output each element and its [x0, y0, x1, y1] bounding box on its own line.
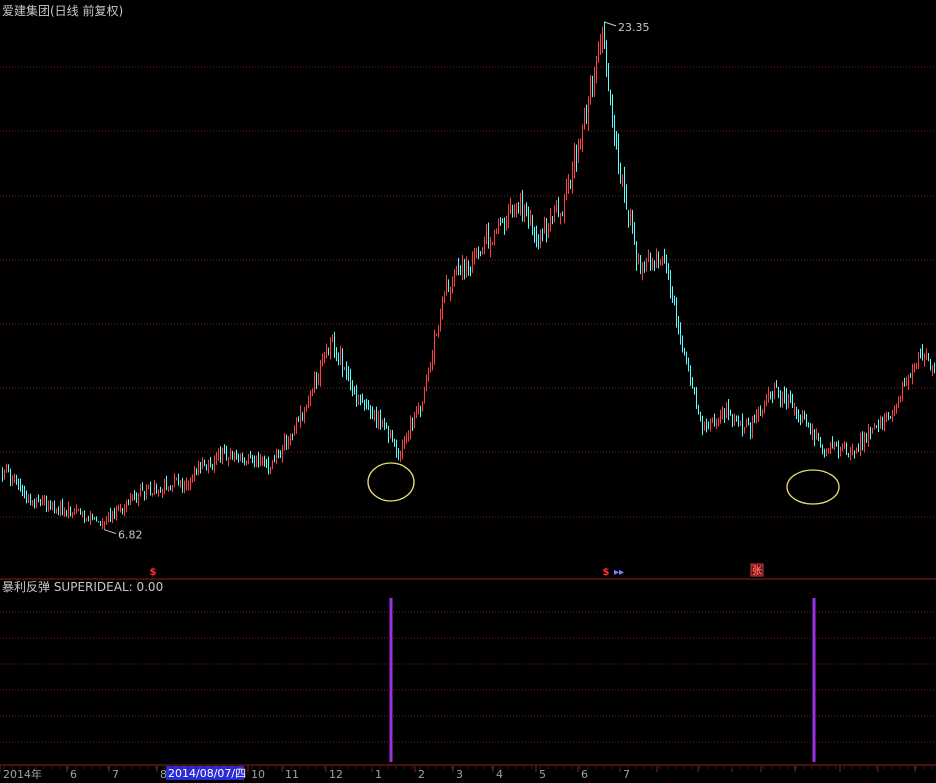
axis-tick-label: 2014年 [3, 767, 42, 781]
signal-marker: $ [150, 567, 157, 578]
signal-marker: 张 [752, 564, 763, 577]
chart-background [0, 0, 936, 783]
axis-tick-label: 12 [329, 768, 343, 781]
low-price-label: 6.82 [118, 529, 143, 542]
high-price-label: 23.35 [618, 21, 650, 34]
axis-tick-label: 6 [70, 768, 77, 781]
axis-tick-label: 2 [418, 768, 425, 781]
main-chart-title: 爱建集团(日线 前复权) [2, 3, 123, 18]
signal-marker: $ [603, 567, 610, 578]
signal-marker: ▸▸ [614, 567, 624, 578]
indicator-title: 暴利反弹 SUPERIDEAL: 0.00 [2, 580, 163, 594]
axis-tick-label: 6 [581, 768, 588, 781]
axis-tick-label: 3 [456, 768, 463, 781]
stock-chart[interactable]: $ $ ▸▸ 张 2014年 6 7 8 2014/08/07/四 10 11 12 1 2 3 4 5 6 7 … [0, 0, 936, 783]
axis-tick-label: 11 [285, 768, 299, 781]
axis-tick-label: 8 [160, 768, 167, 781]
axis-tick-label: 5 [539, 768, 546, 781]
axis-tick-label: 7 [112, 768, 119, 781]
axis-tick-label: 4 [496, 768, 503, 781]
axis-tick-label: 7 [623, 768, 630, 781]
axis-tick-label: 1 [375, 768, 382, 781]
axis-tick-label: 10 [251, 768, 265, 781]
